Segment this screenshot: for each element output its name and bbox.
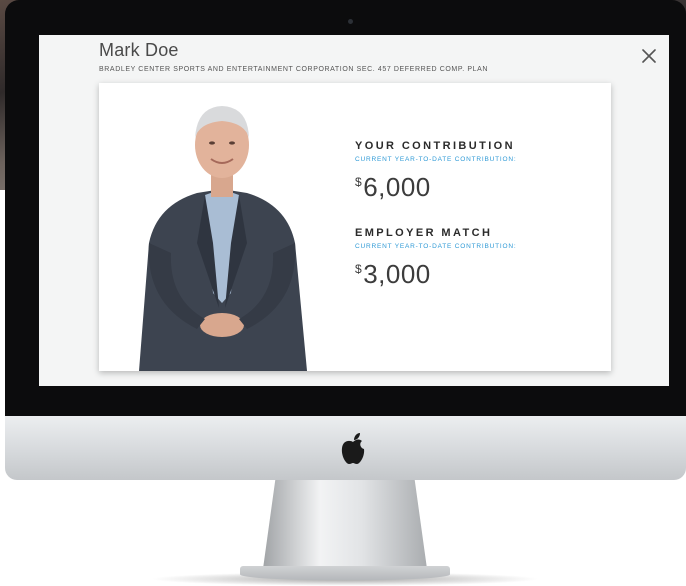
employer-match-amount: $3,000 <box>355 259 431 290</box>
employer-match-title: EMPLOYER MATCH <box>355 227 493 239</box>
your-contribution-amount: $6,000 <box>355 172 431 203</box>
apple-logo-icon <box>341 433 365 464</box>
advisor-photo <box>139 106 307 371</box>
user-name: Mark Doe <box>99 40 179 60</box>
currency-symbol: $ <box>355 262 363 276</box>
employer-match-subtitle: CURRENT YEAR-TO-DATE CONTRIBUTION: <box>355 243 517 250</box>
contribution-card: YOUR CONTRIBUTION CURRENT YEAR-TO-DATE C… <box>99 83 611 371</box>
close-button[interactable] <box>641 48 657 64</box>
your-contribution-subtitle: CURRENT YEAR-TO-DATE CONTRIBUTION: <box>355 156 517 163</box>
close-icon <box>642 49 656 63</box>
employer-match-value: 3,000 <box>363 259 431 289</box>
plan-name: BRADLEY CENTER SPORTS AND ENTERTAINMENT … <box>99 66 488 73</box>
camera-icon <box>348 19 353 24</box>
monitor-stand <box>262 480 428 576</box>
screen: Mark Doe BRADLEY CENTER SPORTS AND ENTER… <box>39 35 669 386</box>
imac-monitor: Mark Doe BRADLEY CENTER SPORTS AND ENTER… <box>5 0 686 482</box>
monitor-stand-base <box>240 566 450 580</box>
your-contribution-title: YOUR CONTRIBUTION <box>355 140 515 152</box>
currency-symbol: $ <box>355 175 363 189</box>
contribution-value: 6,000 <box>363 172 431 202</box>
